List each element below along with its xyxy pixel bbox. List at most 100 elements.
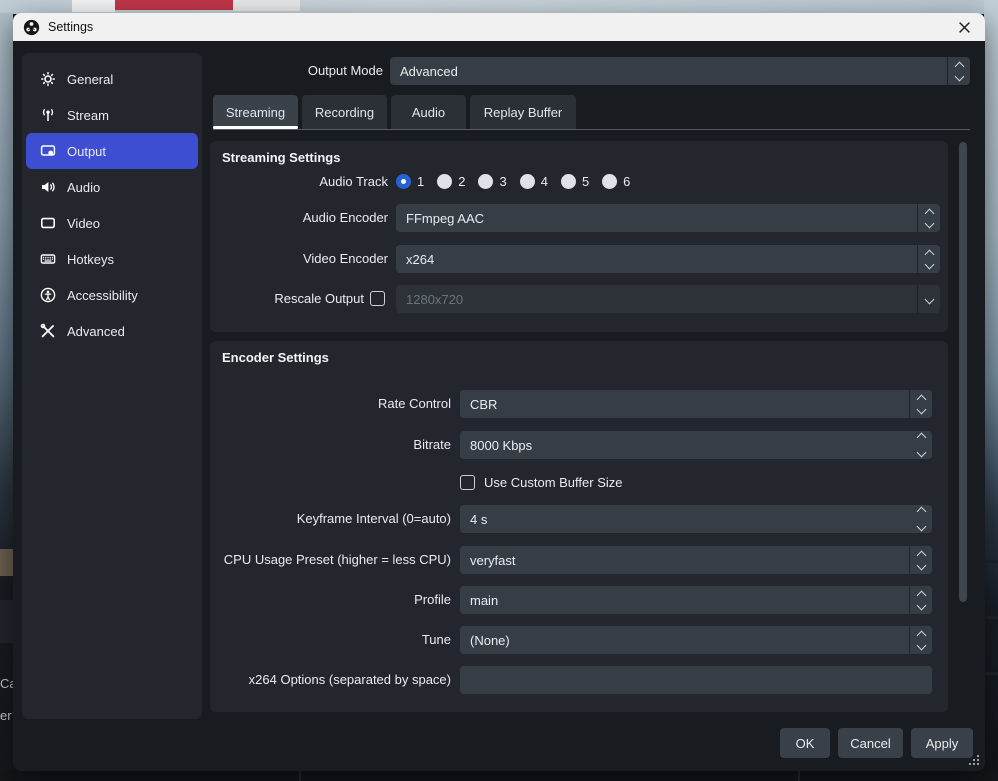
profile-label: Profile (210, 586, 451, 614)
apply-button[interactable]: Apply (911, 728, 973, 758)
tab-recording[interactable]: Recording (302, 95, 387, 129)
background-divider (984, 560, 998, 563)
ok-button[interactable]: OK (780, 728, 830, 758)
background-preview-fragment (0, 549, 13, 576)
radio-icon[interactable] (520, 174, 535, 189)
vertical-scrollbar[interactable] (959, 142, 967, 602)
radio-icon[interactable] (561, 174, 576, 189)
sidebar-item-video[interactable]: Video (26, 205, 198, 241)
audio-track-option-3[interactable]: 3 (478, 174, 506, 189)
spinner-updown-icon[interactable] (910, 505, 932, 533)
combo-updown-icon[interactable] (909, 546, 932, 574)
keyframe-interval-spinbox[interactable]: 4 s (460, 505, 932, 533)
video-encoder-label: Video Encoder (210, 245, 388, 273)
cancel-button[interactable]: Cancel (838, 728, 903, 758)
accessibility-icon (40, 287, 56, 303)
combo-updown-icon[interactable] (909, 390, 932, 418)
combo-updown-icon[interactable] (917, 245, 940, 273)
obs-logo-icon (23, 19, 40, 36)
screen: Ca er Settings (0, 0, 998, 781)
background-app-left (0, 13, 13, 781)
tab-audio[interactable]: Audio (391, 95, 466, 129)
display-icon (40, 215, 56, 231)
sidebar-item-label: Stream (67, 108, 109, 123)
sidebar-item-label: Audio (67, 180, 100, 195)
speaker-icon (40, 179, 56, 195)
encoder-settings-panel: Encoder Settings Rate Control CBR Bitrat… (210, 341, 948, 712)
sidebar-item-accessibility[interactable]: Accessibility (26, 277, 198, 313)
sidebar-item-hotkeys[interactable]: Hotkeys (26, 241, 198, 277)
audio-track-radio-group: 1 2 3 4 5 6 (396, 174, 630, 189)
rescale-output-checkbox[interactable] (370, 291, 385, 306)
rate-control-select[interactable]: CBR (460, 390, 932, 418)
bitrate-spinbox[interactable]: 8000 Kbps (460, 431, 932, 459)
close-icon[interactable] (949, 17, 979, 37)
sidebar-item-label: General (67, 72, 113, 87)
sidebar-item-label: Accessibility (67, 288, 138, 303)
resize-grip[interactable] (969, 755, 981, 767)
radio-icon[interactable] (478, 174, 493, 189)
use-custom-buffer-size-label: Use Custom Buffer Size (484, 469, 784, 497)
cpu-usage-preset-select[interactable]: veryfast (460, 546, 932, 574)
spinner-updown-icon[interactable] (910, 431, 932, 459)
use-custom-buffer-size-checkbox[interactable] (460, 475, 475, 490)
section-title: Streaming Settings (222, 150, 340, 165)
background-app-bottom (0, 771, 998, 781)
dialog-title: Settings (48, 20, 93, 34)
output-monitor-icon (40, 143, 56, 159)
profile-select[interactable]: main (460, 586, 932, 614)
bitrate-label: Bitrate (210, 431, 451, 459)
sidebar-item-stream[interactable]: Stream (26, 97, 198, 133)
combo-updown-icon[interactable] (917, 204, 940, 232)
background-divider (299, 771, 301, 781)
video-encoder-select[interactable]: x264 (396, 245, 940, 273)
section-title: Encoder Settings (222, 350, 329, 365)
keyframe-interval-label: Keyframe Interval (0=auto) (210, 505, 451, 533)
x264-options-input[interactable] (460, 666, 932, 694)
sidebar-item-advanced[interactable]: Advanced (26, 313, 198, 349)
background-divider (984, 616, 998, 619)
cpu-usage-preset-label: CPU Usage Preset (higher = less CPU) (210, 546, 451, 574)
tab-pane-divider (213, 129, 970, 130)
audio-track-option-5[interactable]: 5 (561, 174, 589, 189)
audio-track-label: Audio Track (210, 172, 388, 192)
background-divider (984, 672, 998, 675)
audio-encoder-label: Audio Encoder (210, 204, 388, 232)
audio-track-option-4[interactable]: 4 (520, 174, 548, 189)
combo-updown-icon[interactable] (909, 586, 932, 614)
combo-updown-icon[interactable] (909, 626, 932, 654)
rate-control-label: Rate Control (210, 390, 451, 418)
dialog-titlebar[interactable]: Settings (13, 13, 985, 41)
x264-options-label: x264 Options (separated by space) (210, 666, 451, 694)
radio-icon[interactable] (602, 174, 617, 189)
background-divider (798, 771, 800, 781)
output-mode-select[interactable]: Advanced (390, 57, 970, 85)
background-window-strip (233, 0, 300, 11)
settings-dialog: Settings General Stream (13, 13, 985, 771)
audio-encoder-select[interactable]: FFmpeg AAC (396, 204, 940, 232)
tune-select[interactable]: (None) (460, 626, 932, 654)
audio-track-option-2[interactable]: 2 (437, 174, 465, 189)
sidebar-item-label: Output (67, 144, 106, 159)
tune-label: Tune (210, 626, 451, 654)
gear-icon (40, 71, 56, 87)
keyboard-icon (40, 251, 56, 267)
sidebar-item-audio[interactable]: Audio (26, 169, 198, 205)
desktop-wallpaper-right (984, 0, 998, 781)
sidebar-item-output[interactable]: Output (26, 133, 198, 169)
background-panel-fragment (0, 600, 13, 643)
rescale-resolution-select: 1280x720 (396, 285, 940, 313)
radio-selected-icon[interactable] (396, 174, 411, 189)
sidebar-item-general[interactable]: General (26, 61, 198, 97)
radio-icon[interactable] (437, 174, 452, 189)
audio-track-option-6[interactable]: 6 (602, 174, 630, 189)
audio-track-option-1[interactable]: 1 (396, 174, 424, 189)
settings-sidebar: General Stream Output (22, 53, 202, 719)
stream-antenna-icon (40, 107, 56, 123)
background-window-red-strip (115, 0, 233, 10)
combo-updown-icon[interactable] (947, 57, 970, 85)
tab-streaming[interactable]: Streaming (213, 95, 298, 129)
combo-down-icon (917, 285, 940, 313)
tools-icon (40, 323, 56, 339)
tab-replay-buffer[interactable]: Replay Buffer (470, 95, 576, 129)
